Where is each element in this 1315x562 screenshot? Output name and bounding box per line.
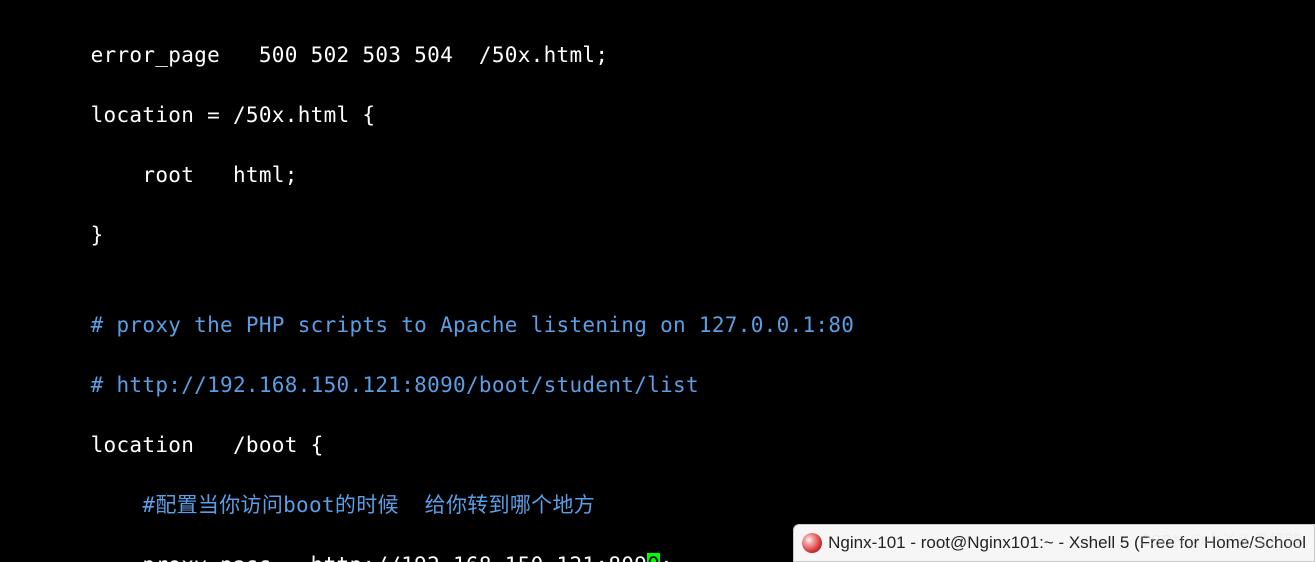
taskbar-window-button[interactable]: Nginx-101 - root@Nginx101:~ - Xshell 5 (… xyxy=(793,524,1315,562)
taskbar-title: Nginx-101 - root@Nginx101:~ - Xshell 5 (… xyxy=(828,528,1306,558)
terminal-view[interactable]: error_page 500 502 503 504 /50x.html; lo… xyxy=(0,0,1315,562)
code-line: location /boot { xyxy=(0,430,1315,460)
comment-line: # proxy the PHP scripts to Apache listen… xyxy=(0,310,1315,340)
terminal-cursor: 0 xyxy=(647,553,660,562)
code-line: error_page 500 502 503 504 /50x.html; xyxy=(0,40,1315,70)
code-text: proxy_pass http://192.168.150.121:809 xyxy=(0,553,647,562)
xshell-icon xyxy=(802,533,822,553)
comment-line: #配置当你访问boot的时候 给你转到哪个地方 xyxy=(0,490,1315,520)
code-line: } xyxy=(0,220,1315,250)
comment-line: # http://192.168.150.121:8090/boot/stude… xyxy=(0,370,1315,400)
code-line: root html; xyxy=(0,160,1315,190)
code-text: ; xyxy=(660,553,673,562)
code-line: location = /50x.html { xyxy=(0,100,1315,130)
